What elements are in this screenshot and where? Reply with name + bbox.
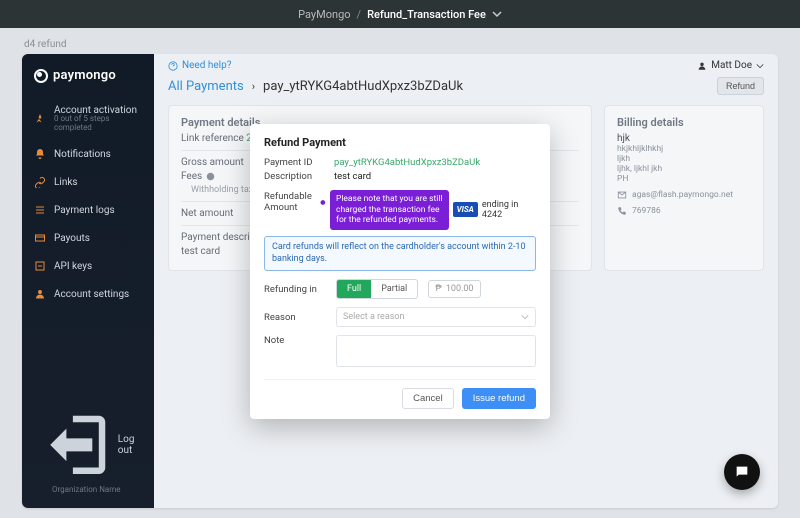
note-textarea[interactable] xyxy=(336,335,536,367)
chat-icon xyxy=(734,464,750,480)
fee-tooltip: Please note that you are still charged t… xyxy=(330,190,449,230)
desc-label: Description xyxy=(264,171,326,182)
refunding-label: Refunding in xyxy=(264,284,326,295)
secondary-tag: d4 refund xyxy=(24,39,67,50)
chat-launcher[interactable] xyxy=(724,454,760,490)
refund-modal: Refund Payment Payment ID pay_ytRYKG4abtH… xyxy=(250,124,550,419)
desc-value: test card xyxy=(334,171,371,182)
info-icon[interactable] xyxy=(320,198,326,207)
reason-placeholder: Select a reason xyxy=(343,312,404,322)
modal-title: Refund Payment xyxy=(264,136,536,149)
note-label: Note xyxy=(264,335,326,346)
toggle-partial[interactable]: Partial xyxy=(371,280,417,298)
refund-mode-toggle[interactable]: Full Partial xyxy=(336,279,418,299)
chevron-down-icon[interactable] xyxy=(492,9,502,19)
app-frame: paymongo Account activation 0 out of 5 s… xyxy=(22,54,778,508)
breadcrumb-page: Refund_Transaction Fee xyxy=(367,8,486,21)
issue-refund-button[interactable]: Issue refund xyxy=(462,388,536,409)
breadcrumb-separator: / xyxy=(357,8,362,21)
pid-label: Payment ID xyxy=(264,157,326,168)
amount-value: 100.00 xyxy=(446,284,474,294)
card-ending: ending in 4242 xyxy=(482,200,536,220)
refund-info-banner: Card refunds will reflect on the cardhol… xyxy=(264,236,536,271)
visa-badge: VISA xyxy=(453,202,478,217)
modal-overlay: Refund Payment Payment ID pay_ytRYKG4abtH… xyxy=(22,54,778,508)
reason-label: Reason xyxy=(264,312,326,323)
currency-symbol: ₱ xyxy=(435,284,442,294)
reason-select[interactable]: Select a reason xyxy=(336,307,536,327)
toggle-full[interactable]: Full xyxy=(337,280,371,298)
cancel-button[interactable]: Cancel xyxy=(402,388,454,409)
refundable-label: Refundable Amount xyxy=(264,191,317,213)
pid-value: pay_ytRYKG4abtHudXpxz3bZDaUk xyxy=(334,157,480,168)
top-bar: PayMongo / Refund_Transaction Fee xyxy=(0,0,800,28)
chevron-down-icon xyxy=(521,313,529,321)
breadcrumb-app: PayMongo xyxy=(298,8,350,21)
amount-input[interactable]: ₱ 100.00 xyxy=(428,280,480,298)
